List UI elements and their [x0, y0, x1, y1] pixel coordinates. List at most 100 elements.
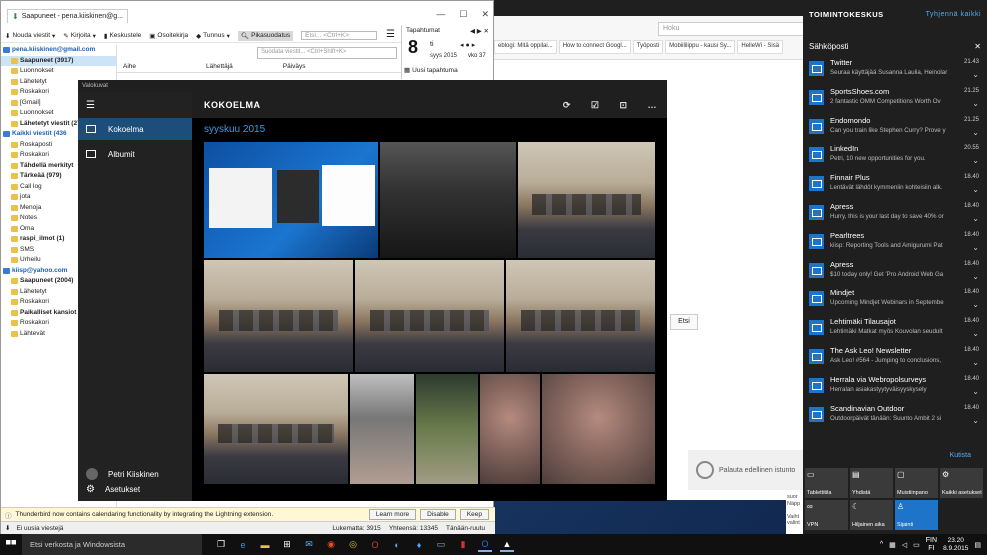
quick-action-tile[interactable]: ▢ Muistiinpano	[895, 468, 938, 498]
chevron-down-icon[interactable]: ⌄	[972, 185, 979, 194]
quick-action-tile[interactable]: ∞ VPN	[805, 500, 848, 530]
language-indicator[interactable]: FIN FI	[926, 537, 937, 553]
chevron-down-icon[interactable]: ⌄	[972, 128, 979, 137]
import-icon[interactable]: ⊡	[619, 100, 627, 111]
app-icon-red[interactable]: ▮	[456, 538, 470, 552]
clock[interactable]: 23.20 8.9.2015	[943, 537, 968, 553]
nav-albums[interactable]: Albumit	[78, 143, 192, 165]
notification-item[interactable]: LinkedIn Petri, 10 new opportunities for …	[803, 144, 987, 172]
more-icon[interactable]: …	[648, 100, 658, 111]
outlook-icon[interactable]: O	[478, 538, 492, 552]
photo-thumb[interactable]	[204, 374, 348, 484]
notification-item[interactable]: The Ask Leo! Newsletter Ask Leo! #564 - J…	[803, 346, 987, 374]
hamburger-icon[interactable]: ☰	[86, 100, 95, 111]
chat-button[interactable]: ▮ Keskustele	[104, 32, 141, 40]
get-messages-button[interactable]: ⬇ Nouda viestit ▾	[5, 32, 55, 40]
photo-thumb[interactable]	[350, 374, 414, 484]
photo-thumb[interactable]	[355, 260, 504, 372]
chevron-down-icon[interactable]: ⌄	[972, 99, 979, 108]
keep-button[interactable]: Keep	[459, 509, 489, 520]
photo-thumb[interactable]	[416, 374, 478, 484]
chevron-down-icon[interactable]: ⌄	[972, 416, 979, 425]
notification-item[interactable]: Apress $10 today only! Get 'Pro Android W…	[803, 260, 987, 288]
refresh-icon[interactable]: ⟳	[563, 100, 571, 111]
chevron-down-icon[interactable]: ⌄	[972, 300, 979, 309]
chevron-down-icon[interactable]: ⌄	[972, 70, 979, 79]
chevron-down-icon[interactable]: ⌄	[972, 243, 979, 252]
notification-item[interactable]: Twitter Seuraa käyttäjää Susanna Laulia, …	[803, 58, 987, 86]
start-button[interactable]	[0, 534, 22, 555]
network-icon[interactable]: ▦	[889, 541, 896, 549]
folder-item[interactable]: Saapuneet (3917)	[1, 55, 116, 66]
today-pane-toggle[interactable]: Tänään-ruutu	[446, 525, 485, 532]
quick-filter-button[interactable]: 🔍︎ Pikasuodatus	[237, 30, 294, 41]
calendar-nav-icons[interactable]: ◀ ▶ ✕	[470, 27, 489, 35]
edge-icon[interactable]: e	[236, 538, 250, 552]
notification-item[interactable]: Scandinavian Outdoor Outdoorpäivät tänään…	[803, 404, 987, 432]
bookmark-2[interactable]: How to connect Googl...	[558, 40, 631, 54]
task-view-icon[interactable]: ❐	[214, 538, 228, 552]
notification-item[interactable]: Apress Hurry, this is your last day to sa…	[803, 202, 987, 230]
bookmark-4[interactable]: Mobiililippu - kausi Sy...	[665, 40, 736, 54]
chevron-down-icon[interactable]: ⌄	[972, 156, 979, 165]
bookmark-3[interactable]: Työposti	[632, 40, 664, 54]
collapse-button[interactable]: Kutista	[950, 452, 971, 459]
chevron-down-icon[interactable]: ⌄	[972, 214, 979, 223]
tb-menu-icon[interactable]: ☰	[386, 29, 395, 40]
photo-thumb[interactable]	[380, 142, 516, 258]
photo-thumb[interactable]	[506, 260, 655, 372]
notification-item[interactable]: Mindjet Upcoming Mindjet Webinars in Sept…	[803, 288, 987, 316]
mail-icon[interactable]: ✉	[302, 538, 316, 552]
quick-action-tile[interactable]: ▭ Tablettitila	[805, 468, 848, 498]
notification-item[interactable]: Herrala via Webropolsurveys Herralan asia…	[803, 375, 987, 403]
file-explorer-icon[interactable]: ▬	[258, 538, 272, 552]
new-event-button[interactable]: ▦ Uusi tapahtuma	[404, 66, 458, 75]
write-button[interactable]: ✎ Kirjoita ▾	[63, 32, 96, 40]
tag-button[interactable]: ◆ Tunnus ▾	[196, 32, 230, 40]
tray-chevron-icon[interactable]: ^	[880, 541, 883, 548]
learn-more-button[interactable]: Learn more	[368, 509, 417, 520]
folder-item[interactable]: Luonnokset	[1, 66, 116, 77]
settings-button[interactable]: ⚙ Asetukset	[86, 484, 140, 495]
quick-action-tile[interactable]: ⚙ Kaikki asetukset	[940, 468, 983, 498]
photo-thumb[interactable]	[204, 260, 353, 372]
store-icon[interactable]: ⊞	[280, 538, 294, 552]
notification-item[interactable]: Endomondo Can you train like Stephen Curr…	[803, 116, 987, 144]
folder-item[interactable]: pena.kiiskinen@gmail.com	[1, 45, 116, 56]
browser-search-input[interactable]: Hoku	[658, 22, 804, 36]
chevron-down-icon[interactable]: ⌄	[972, 358, 979, 367]
browser-etsi-button[interactable]: Etsi	[670, 314, 698, 330]
quick-action-tile[interactable]: ☾ Hiljainen aika	[850, 500, 893, 530]
taskbar-search[interactable]: Etsi verkosta ja Windowsista	[22, 534, 202, 555]
photo-thumb[interactable]	[542, 374, 655, 484]
thunderbird-icon[interactable]: ◐	[390, 538, 404, 552]
action-center-icon[interactable]: ▤	[974, 541, 981, 549]
bookmark-5[interactable]: HelleWi - Sisä	[737, 40, 784, 54]
disable-button[interactable]: Disable	[420, 509, 456, 520]
close-icon[interactable]: ✕	[481, 9, 489, 20]
message-filter-input[interactable]: Suodata viestit... <Ctrl+Shift+K>	[257, 47, 397, 59]
chevron-down-icon[interactable]: ⌄	[972, 272, 979, 281]
chevron-down-icon[interactable]: ⌄	[972, 387, 979, 396]
photo-thumb[interactable]	[480, 374, 540, 484]
quick-action-tile[interactable]: ♙ Sijainti	[895, 500, 938, 530]
close-section-icon[interactable]: ✕	[974, 42, 981, 51]
quick-action-tile[interactable]: ▤ Yhdistä	[850, 468, 893, 498]
photo-thumb[interactable]	[518, 142, 655, 258]
restore-session-button[interactable]: Palauta edellinen istunto	[688, 450, 806, 490]
minimize-icon[interactable]: —	[436, 9, 445, 20]
nav-collection[interactable]: Kokoelma	[78, 118, 192, 140]
tb-search-input[interactable]: Etsi... <Ctrl+K>	[301, 31, 378, 40]
battery-icon[interactable]: ▭	[913, 541, 920, 549]
twitter-icon[interactable]: ♦	[412, 538, 426, 552]
notification-item[interactable]: SportsShoes.com 2 fantastic OMM Competiti…	[803, 87, 987, 115]
notification-item[interactable]: Pearltrees kiisp: Reporting Tools and Ami…	[803, 231, 987, 259]
address-book-button[interactable]: ▣ Osoitekirja	[149, 32, 188, 40]
select-icon[interactable]: ☑	[591, 100, 600, 111]
app-icon[interactable]: ▭	[434, 538, 448, 552]
firefox-icon[interactable]: ◉	[324, 538, 338, 552]
chrome-icon[interactable]: ◎	[346, 538, 360, 552]
volume-icon[interactable]: ◁	[902, 541, 907, 549]
calendar-day-nav[interactable]: ◂●▸	[460, 41, 477, 49]
clear-all-button[interactable]: Tyhjennä kaikki	[926, 11, 981, 18]
